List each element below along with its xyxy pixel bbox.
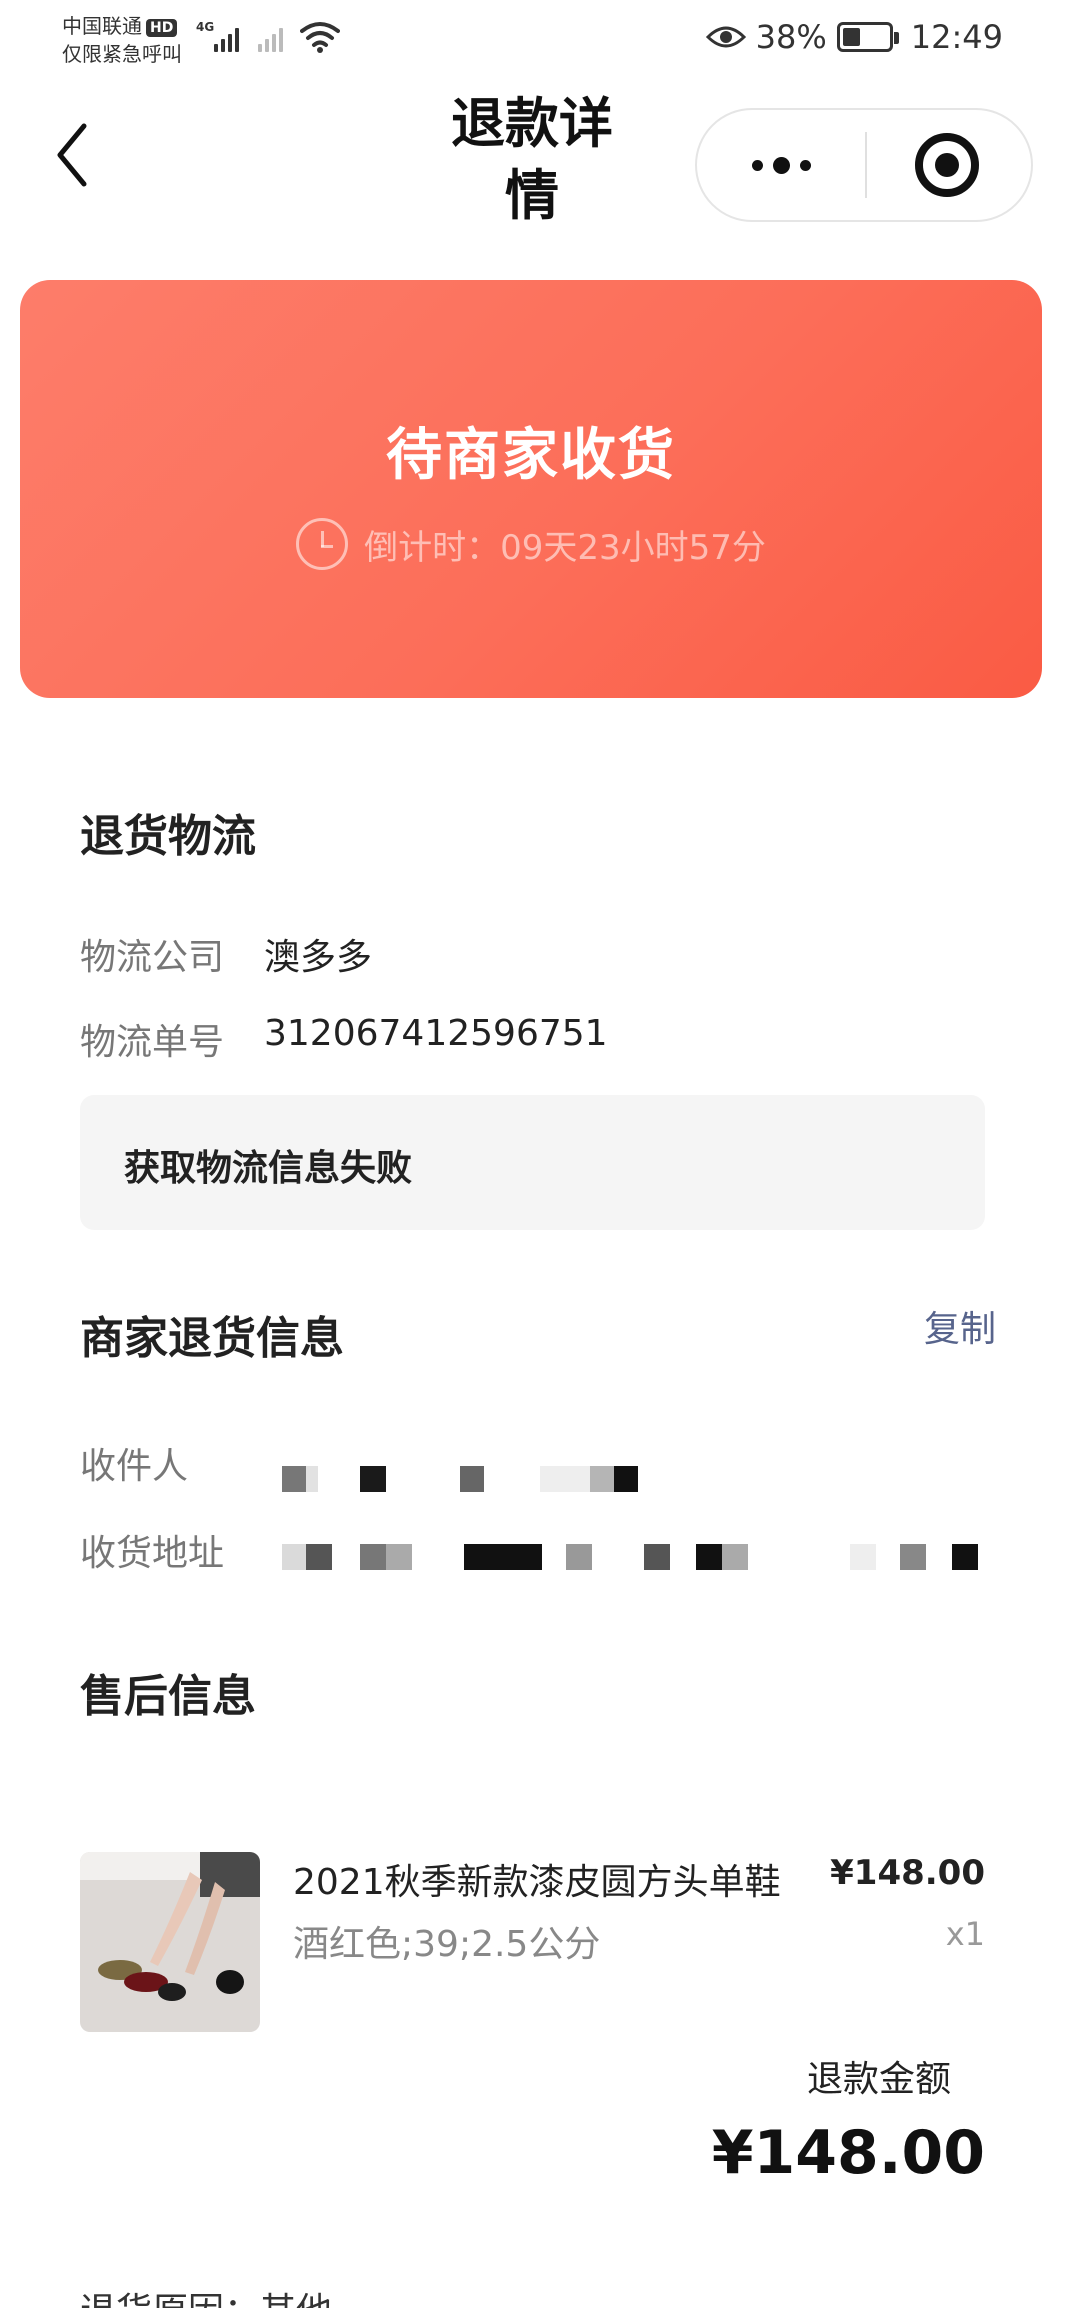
- capsule-divider: [865, 132, 867, 198]
- address-redacted: [280, 1544, 980, 1570]
- battery-icon: [836, 22, 899, 52]
- return-logistics-title: 退货物流: [80, 811, 256, 862]
- mini-program-capsule: [695, 108, 1033, 222]
- product-thumbnail[interactable]: [80, 1852, 260, 2032]
- clock-icon: [296, 518, 349, 570]
- countdown-text: 倒计时：09天23小时57分: [364, 527, 766, 568]
- recipient-redacted: [280, 1466, 660, 1492]
- product-name[interactable]: 2021秋季新款漆皮圆方头单鞋: [293, 1853, 781, 1905]
- battery-percent: 38%: [755, 18, 827, 56]
- page-title: 退款详 情: [432, 88, 632, 232]
- logistics-error-text: 获取物流信息失败: [124, 1148, 413, 1189]
- eye-icon: [705, 26, 746, 48]
- more-icon[interactable]: [697, 110, 865, 220]
- product-spec: 酒红色;39;2.5公分: [293, 1924, 601, 1965]
- return-reason-row: 退货原因：其他: [80, 2282, 332, 2308]
- refund-status-title: 待商家收货: [386, 423, 676, 488]
- page-title-line1: 退款详: [451, 92, 613, 155]
- signal-bars-no-service-icon: [258, 26, 283, 52]
- carrier-info: 中国联通 HD 仅限紧急呼叫: [62, 12, 182, 68]
- page-title-line2: 情: [505, 164, 559, 227]
- hd-badge: HD: [146, 18, 178, 37]
- back-arrow-icon[interactable]: [48, 120, 98, 190]
- carrier-name: 中国联通: [62, 14, 142, 38]
- close-mini-program-icon[interactable]: [915, 133, 979, 197]
- after-sale-info-title: 售后信息: [80, 1671, 256, 1722]
- address-label: 收货地址: [80, 1533, 225, 1574]
- countdown: 倒计时：09天23小时57分: [20, 518, 1042, 570]
- logistics-company-value: 澳多多: [264, 937, 373, 978]
- product-photo: [80, 1852, 260, 2032]
- tracking-number-label: 物流单号: [80, 1022, 225, 1063]
- logistics-info-box[interactable]: 获取物流信息失败: [80, 1095, 985, 1230]
- merchant-return-info-title: 商家退货信息: [80, 1313, 344, 1364]
- battery-fill: [842, 28, 860, 46]
- status-right: 38% 12:49: [705, 18, 1003, 56]
- recipient-label: 收件人: [80, 1446, 189, 1487]
- tracking-number-value: 312067412596751: [264, 1013, 608, 1054]
- signal-bars-icon: [214, 26, 239, 52]
- clock-time: 12:49: [910, 18, 1003, 56]
- wifi-icon: [300, 22, 340, 53]
- nav-bar: 退款详 情: [0, 80, 1065, 250]
- refund-status-banner: 待商家收货 倒计时：09天23小时57分: [20, 280, 1042, 698]
- product-quantity: x1: [945, 1915, 985, 1953]
- refund-detail-page: 中国联通 HD 仅限紧急呼叫 4G 38% 12:49 退款详 情 待商家收货 …: [0, 0, 1065, 2308]
- emergency-only-text: 仅限紧急呼叫: [62, 42, 182, 66]
- logistics-company-label: 物流公司: [80, 937, 225, 978]
- network-type: 4G: [196, 20, 215, 34]
- refund-amount-label: 退款金额: [806, 2059, 951, 2100]
- copy-button[interactable]: 复制: [924, 1300, 996, 1352]
- status-bar: 中国联通 HD 仅限紧急呼叫 4G 38% 12:49: [0, 0, 1065, 80]
- refund-amount-value: ¥148.00: [711, 2118, 985, 2188]
- product-price: ¥148.00: [830, 1853, 985, 1893]
